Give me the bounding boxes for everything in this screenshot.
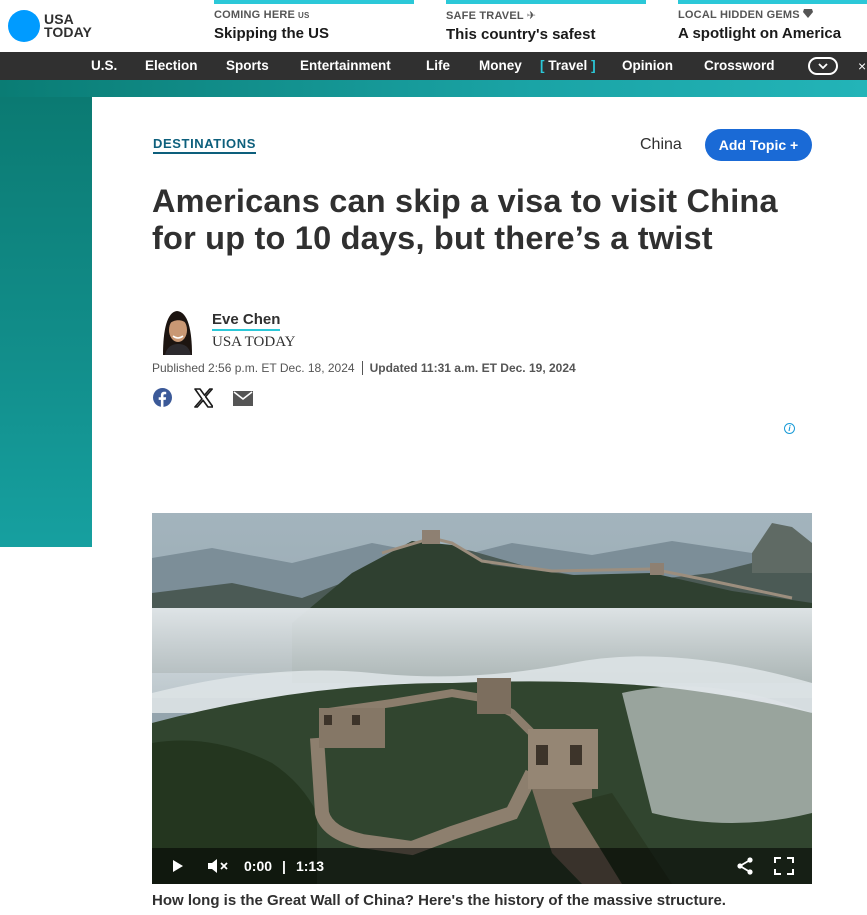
great-wall-video-frame	[152, 513, 812, 884]
author-org: USA TODAY	[212, 334, 296, 350]
promo-accent-bar	[446, 0, 646, 4]
add-topic-button[interactable]: Add Topic +	[705, 129, 812, 161]
nav-item-entertainment[interactable]: Entertainment	[300, 52, 391, 80]
nav-item-opinion[interactable]: Opinion	[622, 52, 673, 80]
logo-line-2: TODAY	[44, 24, 92, 40]
promo-title[interactable]: This country's safest	[446, 26, 646, 43]
video-controls: 0:00 | 1:13	[152, 848, 812, 884]
nav-item-money[interactable]: Money	[479, 52, 522, 80]
video-caption: How long is the Great Wall of China? Her…	[152, 892, 726, 909]
teal-sidebar-decoration	[0, 97, 92, 547]
nav-overflow-icon[interactable]: ×	[858, 52, 866, 80]
nav-item-travel[interactable]: [ Travel ]	[540, 52, 596, 80]
video-duration: 1:13	[295, 858, 324, 874]
article-dateline: Published 2:56 p.m. ET Dec. 18, 2024 Upd…	[152, 361, 576, 375]
promo-kicker: COMING HERE US	[214, 9, 414, 21]
main-nav: U.S. Election Sports Entertainment Life …	[0, 52, 867, 80]
share-icon[interactable]	[736, 848, 754, 884]
article-headline: Americans can skip a visa to visit China…	[152, 183, 778, 256]
section-link[interactable]: DESTINATIONS	[153, 136, 257, 154]
chevron-down-icon	[818, 63, 828, 69]
nav-item-sports[interactable]: Sports	[226, 52, 269, 80]
site-header: USA TODAY COMING HERE US Skipping the US…	[0, 0, 867, 52]
topic-label[interactable]: China	[640, 136, 682, 154]
nav-item-election[interactable]: Election	[145, 52, 198, 80]
promo-kicker-text: LOCAL HIDDEN GEMS	[678, 9, 800, 21]
promo-kicker-text: COMING HERE	[214, 9, 296, 21]
dateline-divider	[361, 361, 363, 375]
promo-title[interactable]: Skipping the US	[214, 25, 414, 42]
nav-more-button[interactable]	[808, 57, 838, 75]
promo-kicker-text: SAFE TRAVEL	[446, 9, 524, 22]
author-name-link[interactable]: Eve Chen	[212, 311, 281, 331]
nav-item-crossword[interactable]: Crossword	[704, 52, 775, 80]
promo-accent-bar	[214, 0, 414, 4]
nav-bracket-close: ]	[591, 58, 596, 73]
video-time-separator: |	[282, 858, 286, 874]
updated-date: Updated 11:31 a.m. ET Dec. 19, 2024	[369, 361, 576, 375]
airplane-icon: ✈	[526, 10, 537, 22]
promo-accent-bar	[678, 0, 867, 4]
nav-item-life[interactable]: Life	[426, 52, 450, 80]
fullscreen-icon[interactable]	[774, 848, 794, 884]
x-icon[interactable]	[193, 388, 214, 408]
video-time-display: 0:00 | 1:13	[244, 848, 324, 884]
nav-bracket-open: [	[540, 58, 545, 73]
nav-item-us[interactable]: U.S.	[91, 52, 117, 80]
video-current-time: 0:00	[244, 858, 273, 874]
promo-kicker-suffix: US	[298, 10, 310, 20]
promo-safe-travel[interactable]: SAFE TRAVEL ✈ This country's safest	[446, 0, 646, 43]
promo-title[interactable]: A spotlight on America	[678, 25, 867, 42]
promo-kicker: SAFE TRAVEL ✈	[446, 9, 646, 23]
teal-banner	[0, 80, 867, 97]
promo-kicker: LOCAL HIDDEN GEMS	[678, 9, 867, 21]
logo-wordmark: USA TODAY	[44, 12, 92, 40]
play-icon[interactable]	[172, 848, 184, 884]
mute-icon[interactable]	[207, 848, 229, 884]
facebook-icon[interactable]	[153, 388, 172, 407]
nav-item-travel-label: Travel	[548, 58, 588, 73]
video-player[interactable]: 0:00 | 1:13	[152, 513, 812, 884]
logo-circle	[8, 10, 40, 42]
ad-info-icon[interactable]: i	[784, 423, 795, 434]
published-date: Published 2:56 p.m. ET Dec. 18, 2024	[152, 361, 355, 375]
promo-hidden-gems[interactable]: LOCAL HIDDEN GEMS A spotlight on America	[678, 0, 867, 42]
author-avatar[interactable]	[157, 308, 197, 355]
usa-today-logo[interactable]: USA TODAY	[8, 10, 92, 42]
gem-icon	[802, 9, 813, 21]
promo-coming-here[interactable]: COMING HERE US Skipping the US	[214, 0, 414, 42]
mail-icon[interactable]	[233, 391, 253, 406]
